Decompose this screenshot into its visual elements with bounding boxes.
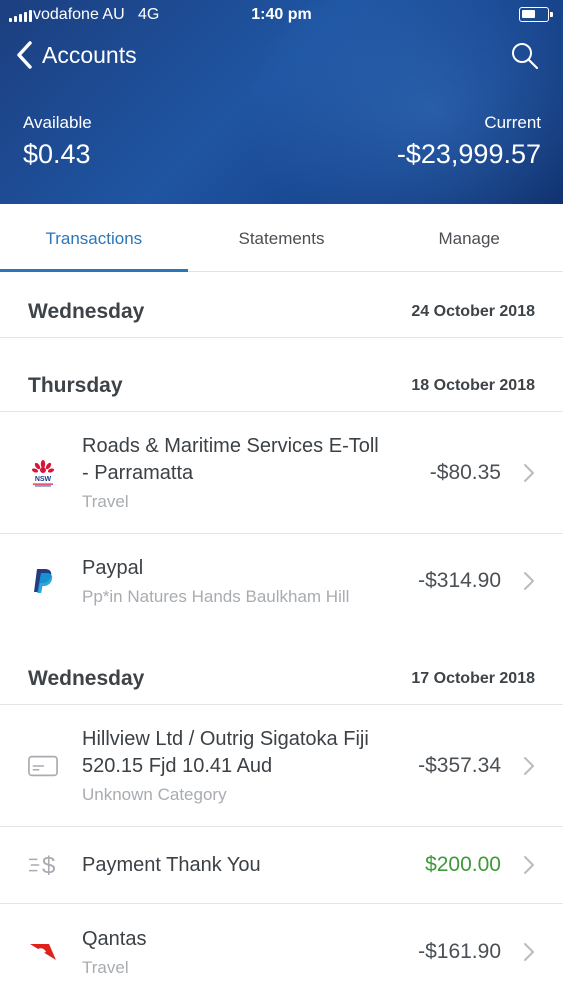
current-label: Current <box>484 113 541 132</box>
transaction-title: Paypal <box>82 556 144 579</box>
status-time: 1:40 pm <box>251 6 312 23</box>
day-name: Thursday <box>28 373 123 397</box>
transaction-category: Unknown Category <box>82 784 227 804</box>
transaction-amount: -$161.90 <box>418 940 501 963</box>
day-header: Thursday 18 October 2018 <box>0 360 563 412</box>
transaction-row[interactable]: Hillview Ltd / Outrig Sigatoka Fiji 520.… <box>0 705 563 827</box>
day-name: Wednesday <box>28 666 145 690</box>
transaction-list: Wednesday 24 October 2018 Thursday 18 Oc… <box>0 272 563 1000</box>
account-tabs: Transactions Statements Manage <box>0 204 563 272</box>
nsw-logo-icon: NSW <box>28 458 58 488</box>
battery-icon <box>519 7 553 22</box>
chevron-right-icon <box>524 463 534 482</box>
transaction-category: Travel <box>82 957 129 977</box>
tab-statements[interactable]: Statements <box>188 204 376 271</box>
transaction-amount: $200.00 <box>425 853 501 876</box>
qantas-icon <box>28 937 58 967</box>
transaction-title: Hillview Ltd / Outrig Sigatoka Fiji <box>82 727 369 750</box>
paypal-icon <box>28 566 58 596</box>
card-icon <box>28 751 58 781</box>
available-balance: $0.43 <box>23 139 91 169</box>
transaction-amount: -$314.90 <box>418 569 501 592</box>
chevron-right-icon <box>524 943 534 961</box>
chevron-left-icon <box>17 41 32 69</box>
svg-text:$: $ <box>42 852 56 879</box>
day-header: Wednesday 24 October 2018 <box>0 286 563 338</box>
current-balance: -$23,999.57 <box>396 139 541 169</box>
transaction-amount: -$357.34 <box>418 753 501 777</box>
payment-dollar-icon: $ <box>28 850 58 880</box>
tab-manage[interactable]: Manage <box>375 204 563 271</box>
day-name: Wednesday <box>28 299 145 323</box>
chevron-right-icon <box>524 572 534 590</box>
day-header: Wednesday 17 October 2018 <box>0 653 563 705</box>
transaction-title: Payment Thank You <box>82 853 261 876</box>
nsw-logo-text: NSW <box>35 476 52 483</box>
available-label: Available <box>23 113 92 132</box>
transaction-row[interactable]: NSW Roads & Maritime Services E-Toll - P… <box>0 412 563 534</box>
transaction-row[interactable]: Paypal Pp*in Natures Hands Baulkham Hill… <box>0 534 563 628</box>
tab-transactions[interactable]: Transactions <box>0 204 188 272</box>
day-date: 24 October 2018 <box>411 302 535 320</box>
chevron-right-icon <box>524 756 534 775</box>
transaction-title: Qantas <box>82 927 147 950</box>
account-header: vodafone AU 4G 1:40 pm Accounts Availabl… <box>0 0 563 204</box>
chevron-right-icon <box>524 856 534 874</box>
transaction-row[interactable]: Qantas Travel -$161.90 <box>0 904 563 1000</box>
transaction-title-continued: - Parramatta <box>82 461 194 484</box>
transaction-amount: -$80.35 <box>429 460 501 484</box>
transaction-row[interactable]: $ Payment Thank You $200.00 <box>0 827 563 904</box>
transaction-title: Roads & Maritime Services E-Toll <box>82 434 379 457</box>
back-label: Accounts <box>42 41 137 68</box>
day-date: 18 October 2018 <box>411 376 535 394</box>
status-bar: vodafone AU 4G 1:40 pm <box>0 0 563 30</box>
search-icon[interactable] <box>511 42 539 70</box>
day-date: 17 October 2018 <box>411 669 535 687</box>
transaction-description: Pp*in Natures Hands Baulkham Hill <box>82 586 350 606</box>
back-button[interactable]: Accounts <box>14 40 137 70</box>
transaction-title-continued: 520.15 Fjd 10.41 Aud <box>82 754 273 777</box>
transaction-category: Travel <box>82 491 129 511</box>
